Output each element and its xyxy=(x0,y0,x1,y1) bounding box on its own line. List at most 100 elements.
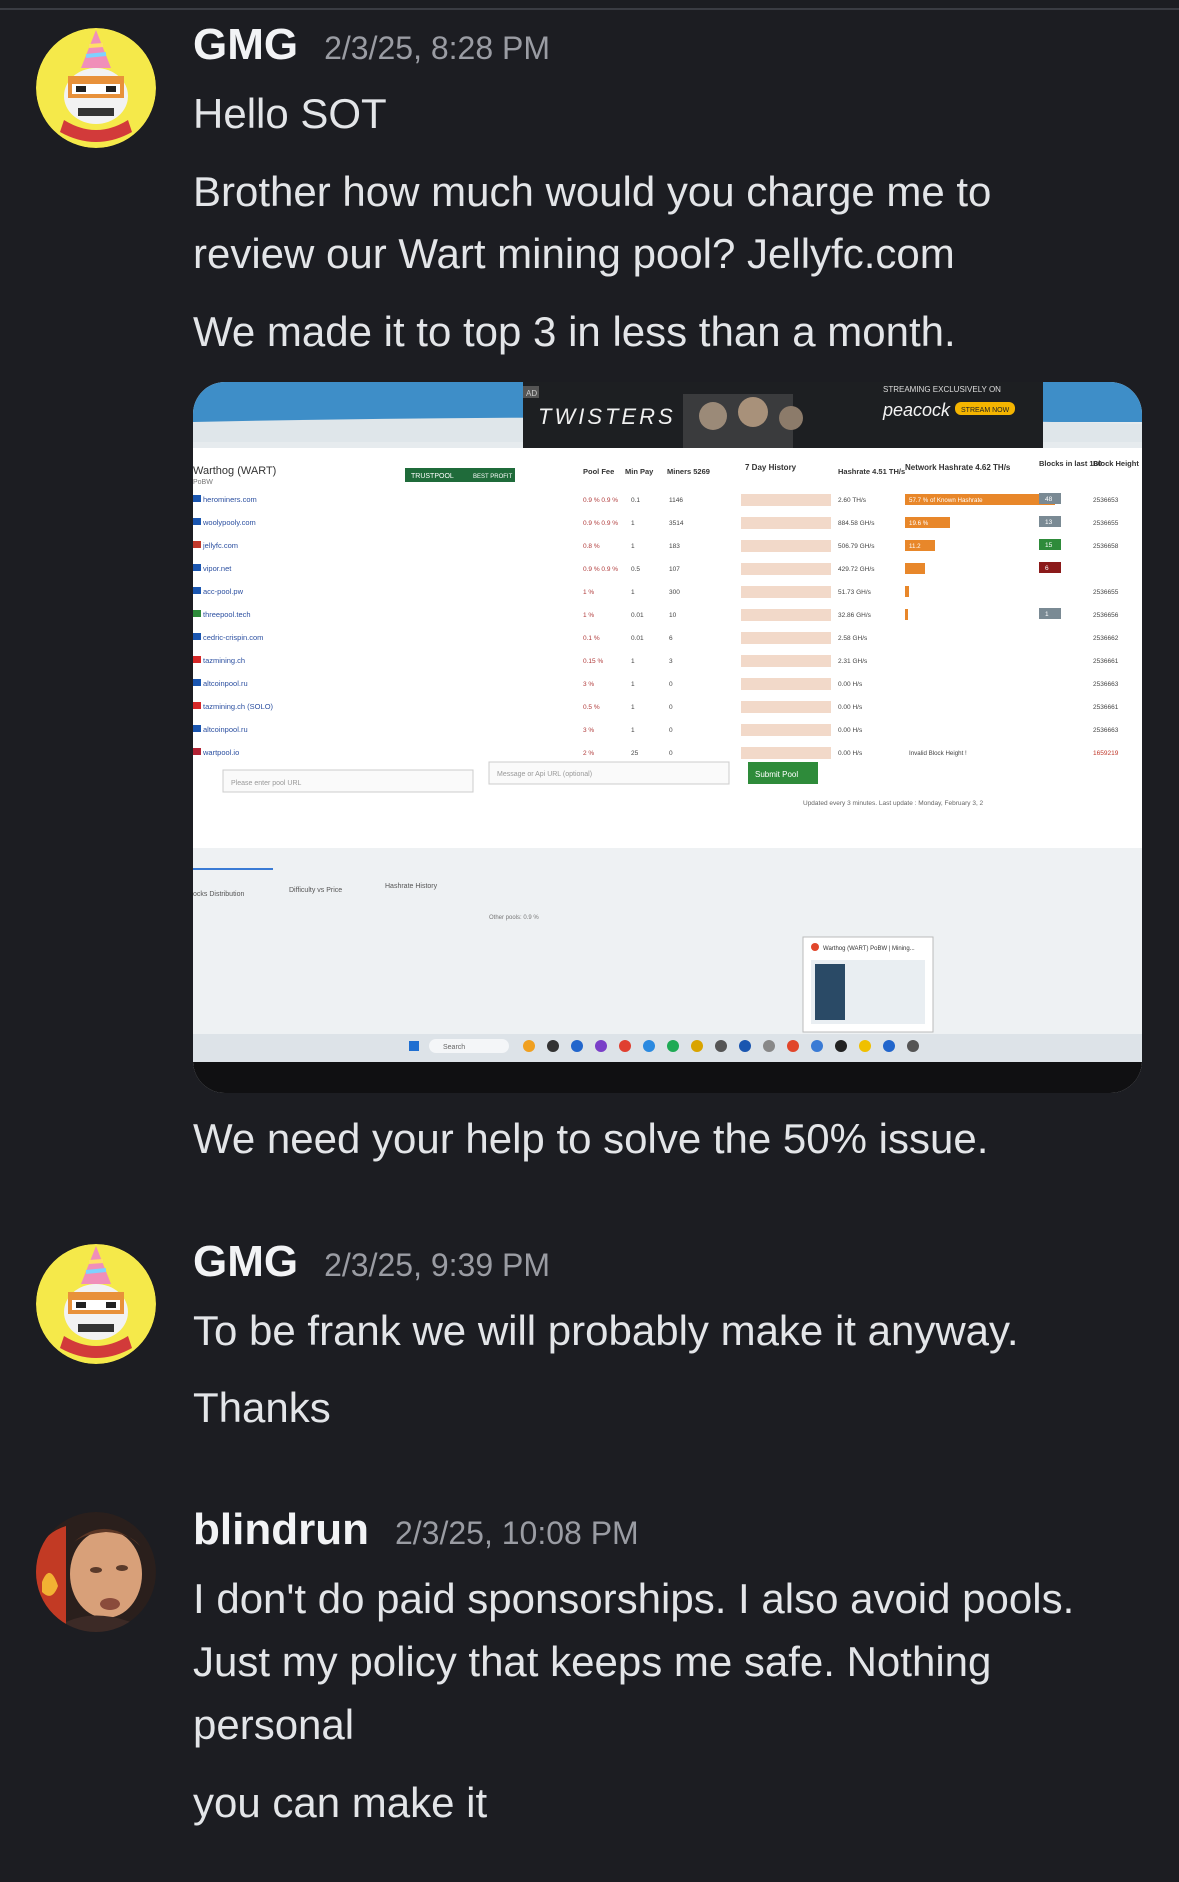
taskbar-app-icon[interactable] xyxy=(691,1040,703,1052)
trustpool-badge: BEST PROFIT xyxy=(473,474,513,480)
message-text: To be frank we will probably make it any… xyxy=(193,1307,1019,1354)
history-sparkline xyxy=(741,632,831,644)
taskbar-app-icon[interactable] xyxy=(883,1040,895,1052)
taskbar-app-icon[interactable] xyxy=(619,1040,631,1052)
taskbar-app-icon[interactable] xyxy=(859,1040,871,1052)
pool-miners: 300 xyxy=(669,589,680,596)
pool-link[interactable]: woolypooly.com xyxy=(202,518,256,527)
network-share-label: Invalid Block Height ! xyxy=(909,750,967,757)
ad-cta-label: STREAM NOW xyxy=(961,407,1010,414)
history-sparkline xyxy=(741,724,831,736)
pool-link[interactable]: jellyfc.com xyxy=(202,541,238,550)
taskbar-app-icon[interactable] xyxy=(811,1040,823,1052)
taskbar-app-icon[interactable] xyxy=(763,1040,775,1052)
block-height: 2536658 xyxy=(1093,543,1119,550)
message-text: Hello SOT xyxy=(193,90,387,137)
pool-miners: 107 xyxy=(669,566,680,573)
taskbar-app-icon[interactable] xyxy=(547,1040,559,1052)
tab-hashrate-history[interactable]: Hashrate History xyxy=(385,883,438,890)
message-text: Just my policy that keeps me safe. Nothi… xyxy=(193,1638,992,1685)
taskbar-app-icon[interactable] xyxy=(667,1040,679,1052)
timestamp: 2/3/25, 10:08 PM xyxy=(394,1515,639,1551)
pool-link[interactable]: vipor.net xyxy=(203,564,232,573)
history-sparkline xyxy=(741,655,831,667)
pool-miners: 1146 xyxy=(669,497,683,504)
taskbar-app-icon[interactable] xyxy=(835,1040,847,1052)
network-share-label: 11.2 xyxy=(909,543,921,550)
pool-link[interactable]: tazmining.ch xyxy=(203,656,245,665)
history-sparkline xyxy=(741,563,831,575)
flag-icon xyxy=(193,702,201,709)
ad-brand: peacock xyxy=(882,400,951,420)
flag-icon xyxy=(193,725,201,732)
author-name[interactable]: GMG xyxy=(193,1237,298,1287)
network-share-label: 57.7 % of Known Hashrate xyxy=(909,497,983,504)
taskbar-app-icon[interactable] xyxy=(907,1040,919,1052)
flag-icon xyxy=(193,633,201,640)
pool-min-pay: 0.5 xyxy=(631,566,640,573)
taskbar-app-icon[interactable] xyxy=(571,1040,583,1052)
block-height: 2536663 xyxy=(1093,681,1119,688)
flag-icon xyxy=(193,587,201,594)
col-header: Hashrate 4.51 TH/s xyxy=(838,467,905,476)
message-text: Brother how much would you charge me to xyxy=(193,168,992,215)
block-height: 2536655 xyxy=(1093,520,1119,527)
taskbar-app-icon[interactable] xyxy=(595,1040,607,1052)
pool-link[interactable]: wartpool.io xyxy=(202,748,239,757)
pool-link[interactable]: altcoinpool.ru xyxy=(203,679,248,688)
taskbar-app-icon[interactable] xyxy=(523,1040,535,1052)
taskbar-app-icon[interactable] xyxy=(787,1040,799,1052)
pool-hashrate: 0.00 H/s xyxy=(838,727,863,734)
pool-min-pay: 0.1 xyxy=(631,497,640,504)
pool-hashrate: 429.72 GH/s xyxy=(838,566,875,573)
pool-link[interactable]: tazmining.ch (SOLO) xyxy=(203,702,274,711)
pool-min-pay: 0.01 xyxy=(631,635,644,642)
block-height: 2536655 xyxy=(1093,589,1119,596)
pool-min-pay: 1 xyxy=(631,543,635,550)
pool-miners: 0 xyxy=(669,704,673,711)
pool-miners: 10 xyxy=(669,612,677,619)
flag-icon xyxy=(193,748,201,755)
author-name[interactable]: blindrun xyxy=(193,1505,369,1555)
network-share-label: 19.6 % xyxy=(909,520,929,527)
col-header: 7 Day History xyxy=(745,463,797,472)
message-header: GMG 2/3/25, 8:28 PM xyxy=(193,20,550,70)
pool-fee: 0.15 % xyxy=(583,658,603,665)
start-icon[interactable] xyxy=(409,1041,419,1051)
taskbar-search[interactable] xyxy=(429,1039,509,1053)
pool-miners: 0 xyxy=(669,681,673,688)
pool-min-pay: 25 xyxy=(631,750,639,757)
block-height: 2536663 xyxy=(1093,727,1119,734)
flag-icon xyxy=(193,564,201,571)
pool-link[interactable]: cedric-crispin.com xyxy=(203,633,263,642)
pool-fee: 0.8 % xyxy=(583,543,600,550)
image-attachment[interactable]: AD TWISTERS STREAMING EXCLUSIVELY ON pea… xyxy=(193,382,1142,1093)
avatar[interactable] xyxy=(36,28,156,148)
taskbar-app-icon[interactable] xyxy=(643,1040,655,1052)
taskbar-search-label: Search xyxy=(443,1044,465,1051)
pool-link[interactable]: altcoinpool.ru xyxy=(203,725,248,734)
pool-link[interactable]: acc-pool.pw xyxy=(203,587,244,596)
taskbar-app-icon[interactable] xyxy=(715,1040,727,1052)
tab-blocks-distribution[interactable]: ocks Distribution xyxy=(193,891,244,898)
avatar[interactable] xyxy=(36,1512,156,1632)
message-placeholder: Message or Api URL (optional) xyxy=(497,771,592,778)
coin-name: Warthog (WART) xyxy=(193,465,276,477)
blocks-badge xyxy=(1039,608,1061,619)
history-sparkline xyxy=(741,517,831,529)
pool-link[interactable]: herominers.com xyxy=(203,495,257,504)
message-text: Thanks xyxy=(193,1384,331,1431)
col-header: Block Height xyxy=(1093,459,1139,468)
taskbar-app-icon[interactable] xyxy=(739,1040,751,1052)
pool-url-placeholder: Please enter pool URL xyxy=(231,780,302,787)
pool-fee: 0.9 % 0.9 % xyxy=(583,497,618,504)
hashrate-share-bar xyxy=(905,609,908,620)
avatar[interactable] xyxy=(36,1244,156,1364)
pool-min-pay: 1 xyxy=(631,520,635,527)
pool-hashrate: 884.58 GH/s xyxy=(838,520,875,527)
author-name[interactable]: GMG xyxy=(193,20,298,70)
history-sparkline xyxy=(741,747,831,759)
tab-difficulty-price[interactable]: Difficulty vs Price xyxy=(289,887,342,894)
pool-link[interactable]: threepool.tech xyxy=(203,610,251,619)
pool-miners: 0 xyxy=(669,727,673,734)
